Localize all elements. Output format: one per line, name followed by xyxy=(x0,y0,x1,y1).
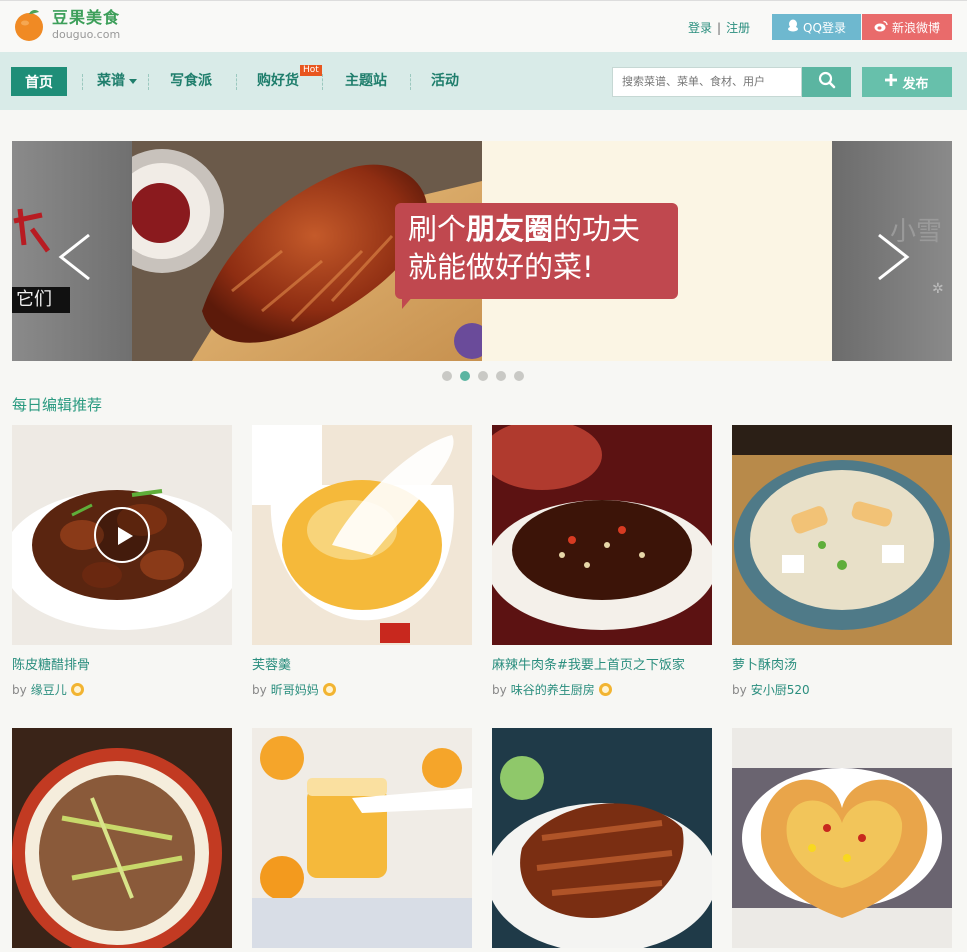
by-label: by xyxy=(252,682,267,697)
nav-divider xyxy=(410,74,411,90)
nav-shopping[interactable]: 购好货 xyxy=(257,67,299,96)
recipe-title[interactable]: 麻辣牛肉条#我要上首页之下饭家 xyxy=(492,654,712,673)
carousel-dot[interactable] xyxy=(442,371,452,381)
recipe-author: by 安小厨520 xyxy=(732,681,952,698)
auth-links: 登录 | 注册 xyxy=(688,19,750,36)
bubble-text-1c: 的功夫 xyxy=(553,212,641,246)
nav-recipes-label: 菜谱 xyxy=(97,73,125,89)
banner-left-caption: 它们 xyxy=(12,287,70,313)
recipe-card[interactable] xyxy=(732,728,952,948)
recipe-title[interactable]: 芙蓉羹 xyxy=(252,654,472,673)
recipe-image-spicy-beef[interactable] xyxy=(492,425,712,645)
chevron-down-icon xyxy=(129,78,137,84)
banner-carousel[interactable]: 它们 刷个朋友圈的功夫 就能做好的菜! 小雪 ✲ xyxy=(12,141,952,361)
carousel-dot[interactable] xyxy=(478,371,488,381)
section-title: 每日编辑推荐 xyxy=(12,396,103,414)
login-link[interactable]: 登录 xyxy=(688,21,712,35)
recipe-card[interactable] xyxy=(492,728,712,948)
carousel-dots xyxy=(442,371,524,381)
recipe-title[interactable]: 萝卜酥肉汤 xyxy=(732,654,952,673)
by-label: by xyxy=(492,682,507,697)
vip-badge-icon xyxy=(598,683,612,696)
recipe-card[interactable] xyxy=(252,728,472,948)
vip-badge-icon xyxy=(322,683,336,696)
qq-login-button[interactable]: QQ登录 xyxy=(772,14,861,40)
nav-home[interactable]: 首页 xyxy=(11,67,67,96)
qq-login-label: QQ登录 xyxy=(803,20,846,35)
snowflake-icon: ✲ xyxy=(932,281,944,297)
recipe-author: by 味谷的养生厨房 xyxy=(492,681,712,698)
carousel-next-arrow[interactable] xyxy=(875,233,911,285)
bubble-text-2: 就能做好的菜! xyxy=(408,250,594,284)
weibo-icon xyxy=(874,20,888,35)
main-nav: 首页 菜谱 写食派 购好货 Hot 主题站 活动 发布 xyxy=(0,52,967,110)
author-name[interactable]: 昕哥妈妈 xyxy=(271,681,319,698)
publish-label: 发布 xyxy=(902,76,929,92)
nav-themes[interactable]: 主题站 xyxy=(345,67,387,96)
hot-badge: Hot xyxy=(300,65,322,76)
recipe-title[interactable]: 陈皮糖醋排骨 xyxy=(12,654,232,673)
publish-button[interactable]: 发布 xyxy=(862,67,952,97)
bubble-text-1a: 刷个 xyxy=(408,212,467,246)
logo-name: 豆果美食 xyxy=(52,8,121,27)
vip-badge-icon xyxy=(70,683,84,696)
recipe-image-egg-custard[interactable] xyxy=(252,425,472,645)
nav-divider xyxy=(322,74,323,90)
recipe-card[interactable] xyxy=(12,728,232,948)
nav-divider xyxy=(82,74,83,90)
recipe-author: by 昕哥妈妈 xyxy=(252,681,472,698)
banner-left-red-glyph xyxy=(12,201,52,261)
carousel-dot[interactable] xyxy=(496,371,506,381)
search-input[interactable] xyxy=(612,67,802,97)
qq-icon xyxy=(787,19,799,35)
recipe-image-pork-leek[interactable] xyxy=(12,728,232,948)
nav-recipes[interactable]: 菜谱 xyxy=(97,67,137,96)
recipe-image-corn-bread[interactable] xyxy=(732,728,952,948)
register-link[interactable]: 注册 xyxy=(726,21,750,35)
carousel-dot[interactable] xyxy=(514,371,524,381)
nav-divider xyxy=(148,74,149,90)
nav-events[interactable]: 活动 xyxy=(431,67,459,96)
nav-divider xyxy=(236,74,237,90)
by-label: by xyxy=(732,682,747,697)
weibo-login-button[interactable]: 新浪微博 xyxy=(862,14,952,40)
carousel-prev-arrow[interactable] xyxy=(57,233,93,285)
nav-food-writing[interactable]: 写食派 xyxy=(170,67,212,96)
search-button[interactable] xyxy=(802,67,851,97)
top-bar: 豆果美食 douguo.com 登录 | 注册 QQ登录 新浪微博 xyxy=(0,0,967,52)
by-label: by xyxy=(12,682,27,697)
author-name[interactable]: 安小厨520 xyxy=(751,681,810,698)
logo-domain: douguo.com xyxy=(52,28,121,41)
search-icon xyxy=(818,71,836,93)
plus-icon xyxy=(885,74,898,90)
author-name[interactable]: 缘豆儿 xyxy=(31,681,67,698)
recipe-image-radish-soup[interactable] xyxy=(732,425,952,645)
bubble-text-1b: 朋友圈 xyxy=(466,212,554,246)
carousel-dot-active[interactable] xyxy=(460,371,470,381)
recipe-card[interactable]: 萝卜酥肉汤 by 安小厨520 xyxy=(732,425,952,698)
recipe-card[interactable]: 麻辣牛肉条#我要上首页之下饭家 by 味谷的养生厨房 xyxy=(492,425,712,698)
weibo-login-label: 新浪微博 xyxy=(891,20,940,35)
recipe-author: by 缘豆儿 xyxy=(12,681,232,698)
play-video-icon[interactable] xyxy=(94,507,150,563)
recipe-card[interactable]: 陈皮糖醋排骨 by 缘豆儿 xyxy=(12,425,232,698)
logo[interactable]: 豆果美食 douguo.com xyxy=(12,8,120,42)
recipe-card[interactable]: 芙蓉羹 by 昕哥妈妈 xyxy=(252,425,472,698)
author-name[interactable]: 味谷的养生厨房 xyxy=(511,681,595,698)
banner-speech-bubble: 刷个朋友圈的功夫 就能做好的菜! xyxy=(395,203,678,299)
recipe-image-grilled-meat[interactable] xyxy=(492,728,712,948)
recipe-image-orange-jam[interactable] xyxy=(252,728,472,948)
recipe-image-spare-ribs[interactable] xyxy=(12,425,232,645)
orange-logo-icon xyxy=(12,8,46,42)
auth-separator: | xyxy=(717,21,722,35)
